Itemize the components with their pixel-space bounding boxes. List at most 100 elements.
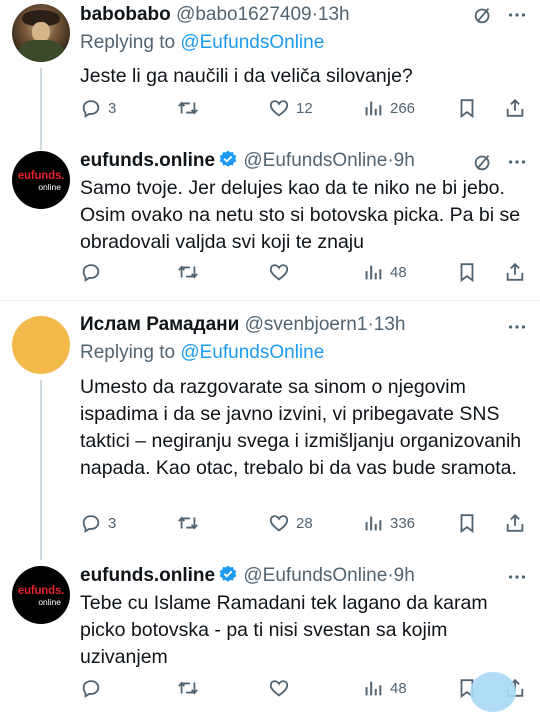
tweet-header: eufunds.online @EufundsOnline·9h <box>80 564 530 590</box>
retweet-icon <box>178 516 198 530</box>
avatar-sub-text: online <box>38 182 61 192</box>
like-icon <box>269 264 289 281</box>
tweet-3[interactable]: Ислам Рамадани @svenbjoern1·13h Replying… <box>0 310 540 560</box>
share-button[interactable] <box>504 512 526 534</box>
tweet-1[interactable]: babobabo @babo1627409·13h Replying to @E… <box>0 0 540 150</box>
like-icon <box>269 515 289 532</box>
views-button[interactable]: 48 <box>362 677 407 699</box>
retweet-icon <box>178 681 198 695</box>
user-handle[interactable]: @EufundsOnline <box>243 565 387 586</box>
avatar[interactable]: eufunds. online <box>12 566 70 624</box>
retweet-icon <box>178 265 198 279</box>
tweet-header: eufunds.online @EufundsOnline·9h <box>80 149 530 175</box>
user-handle[interactable]: @EufundsOnline <box>243 150 387 171</box>
views-icon <box>365 101 382 116</box>
view-count: 48 <box>390 263 407 281</box>
tweet-text: Umesto da razgovarate sa sinom o njegovi… <box>80 376 522 479</box>
action-bar: 48 <box>80 677 528 701</box>
grok-icon[interactable] <box>472 151 494 173</box>
view-count: 266 <box>390 99 416 117</box>
thread-line <box>40 380 42 560</box>
like-icon <box>269 680 289 697</box>
avatar-brand-text: eufunds. <box>17 170 65 182</box>
avatar-brand-text: eufunds. <box>17 585 65 597</box>
bookmark-icon <box>460 99 474 119</box>
retweet-button[interactable] <box>176 677 206 699</box>
timestamp[interactable]: 13h <box>374 314 406 335</box>
like-button[interactable]: 12 <box>268 97 313 119</box>
display-name[interactable]: babobabo <box>80 4 171 25</box>
reply-button[interactable]: 3 <box>80 512 116 534</box>
view-count: 48 <box>390 679 407 697</box>
share-icon <box>506 513 524 532</box>
reply-icon <box>82 515 100 533</box>
replying-to: Replying to @EufundsOnline <box>80 342 325 363</box>
bookmark-icon <box>460 263 474 283</box>
like-count: 28 <box>296 514 313 532</box>
bookmark-button[interactable] <box>456 97 478 119</box>
share-icon <box>506 262 524 281</box>
avatar[interactable] <box>12 4 70 62</box>
grok-icon[interactable] <box>472 4 494 26</box>
like-count: 12 <box>296 99 313 117</box>
bookmark-icon <box>460 514 474 534</box>
avatar[interactable] <box>12 316 70 374</box>
timestamp[interactable]: 9h <box>394 150 415 171</box>
user-handle[interactable]: @babo1627409 <box>176 4 312 25</box>
views-button[interactable]: 266 <box>362 97 415 119</box>
replying-to: Replying to @EufundsOnline <box>80 32 325 53</box>
tweet-4[interactable]: eufunds. online eufunds.online @EufundsO… <box>0 560 540 702</box>
bookmark-button[interactable] <box>456 261 478 283</box>
display-name[interactable]: eufunds.online <box>80 150 215 171</box>
thread-line <box>40 68 42 150</box>
reply-count: 3 <box>108 514 117 532</box>
tweet-header: Ислам Рамадани @svenbjoern1·13h <box>80 314 530 340</box>
avatar-sub-text: online <box>38 597 61 607</box>
tweet-2[interactable]: eufunds. online eufunds.online @EufundsO… <box>0 145 540 300</box>
user-handle[interactable]: @svenbjoern1 <box>245 314 368 335</box>
share-button[interactable] <box>504 97 526 119</box>
reply-button[interactable]: 3 <box>80 97 116 119</box>
views-icon <box>365 681 382 696</box>
display-name[interactable]: Ислам Рамадани <box>80 314 239 335</box>
share-button[interactable] <box>504 261 526 283</box>
view-count: 336 <box>390 514 416 532</box>
avatar[interactable]: eufunds. online <box>12 151 70 209</box>
tweet-text: Jeste li ga naučili i da veliča silovanj… <box>80 65 413 87</box>
reply-button[interactable] <box>80 261 108 283</box>
mention-link[interactable]: @EufundsOnline <box>180 32 324 53</box>
display-name[interactable]: eufunds.online <box>80 565 215 586</box>
tweet-text: Tebe cu Islame Ramadani tek lagano da ka… <box>80 592 488 668</box>
like-button[interactable] <box>268 677 296 699</box>
timestamp[interactable]: 9h <box>394 565 415 586</box>
like-icon <box>269 100 289 117</box>
retweet-button[interactable] <box>176 261 206 283</box>
reply-icon <box>82 264 100 282</box>
retweet-button[interactable] <box>176 512 206 534</box>
retweet-icon <box>178 101 198 115</box>
timestamp[interactable]: 13h <box>318 4 350 25</box>
views-button[interactable]: 336 <box>362 512 415 534</box>
action-bar: 3 12 266 <box>80 97 528 121</box>
verified-badge-icon <box>218 149 238 169</box>
more-icon[interactable] <box>506 151 528 173</box>
bookmark-button[interactable] <box>456 512 478 534</box>
tweet-header: babobabo @babo1627409·13h <box>80 4 530 30</box>
more-icon[interactable] <box>506 566 528 588</box>
retweet-button[interactable] <box>176 97 206 119</box>
share-icon <box>506 98 524 117</box>
more-icon[interactable] <box>506 4 528 26</box>
verified-badge-icon <box>218 564 238 584</box>
views-icon <box>365 516 382 531</box>
views-button[interactable]: 48 <box>362 261 407 283</box>
reply-button[interactable] <box>80 677 108 699</box>
tweet-divider <box>0 300 540 301</box>
action-bar: 3 28 336 <box>80 512 528 536</box>
like-button[interactable] <box>268 261 296 283</box>
tweet-text: Samo tvoje. Jer delujes kao da te niko n… <box>80 177 521 253</box>
mention-link[interactable]: @EufundsOnline <box>180 342 324 363</box>
more-icon[interactable] <box>506 316 528 338</box>
reply-count: 3 <box>108 99 117 117</box>
floating-compose-button[interactable] <box>470 672 516 712</box>
like-button[interactable]: 28 <box>268 512 313 534</box>
